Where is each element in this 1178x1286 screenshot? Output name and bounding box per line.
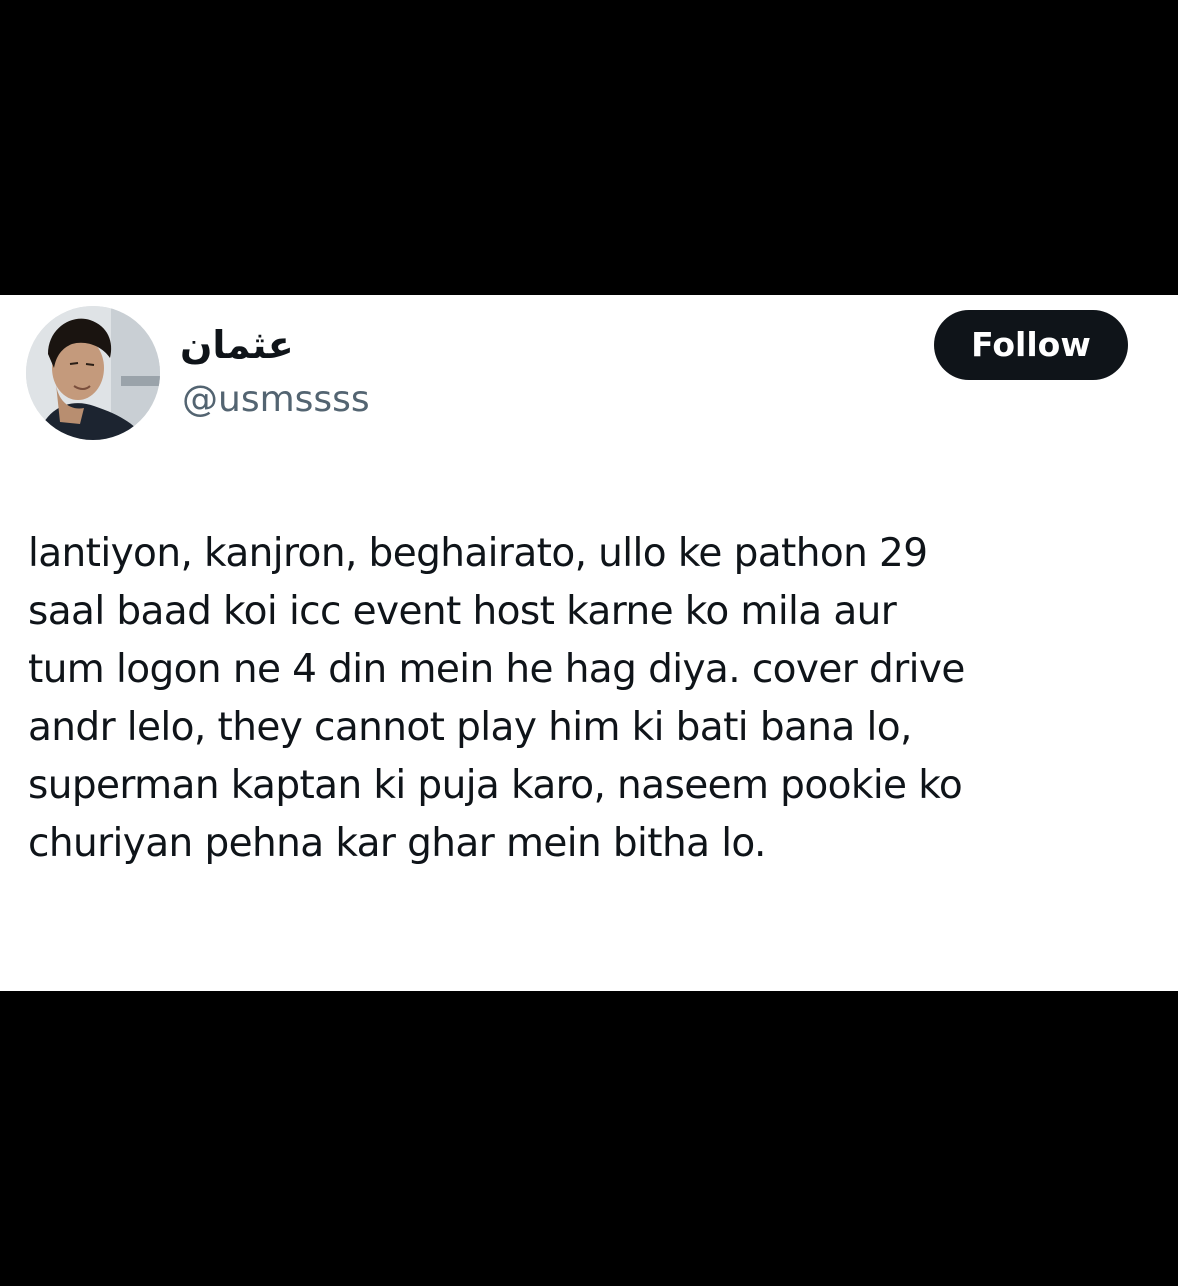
tweet-card: عثمان @usmssss Follow lantiyon, kanjron,… bbox=[0, 295, 1178, 991]
letterbox-bottom bbox=[0, 991, 1178, 1286]
tweet-text-line: superman kaptan ki puja karo, naseem poo… bbox=[28, 763, 963, 808]
profile-photo-icon bbox=[26, 306, 160, 440]
display-name[interactable]: عثمان bbox=[180, 317, 294, 373]
tweet-text-line: lantiyon, kanjron, beghairato, ullo ke p… bbox=[28, 531, 928, 576]
follow-button[interactable]: Follow bbox=[934, 310, 1128, 380]
tweet-text-line: churiyan pehna kar ghar mein bitha lo. bbox=[28, 821, 766, 866]
letterbox-top bbox=[0, 0, 1178, 295]
tweet-text-line: tum logon ne 4 din mein he hag diya. cov… bbox=[28, 647, 965, 692]
tweet-text-line: saal baad koi icc event host karne ko mi… bbox=[28, 589, 897, 634]
tweet-text-line: andr lelo, they cannot play him ki bati … bbox=[28, 705, 912, 750]
tweet-text: lantiyon, kanjron, beghairato, ullo ke p… bbox=[28, 525, 1158, 873]
username-handle[interactable]: @usmssss bbox=[182, 377, 370, 423]
avatar[interactable] bbox=[26, 306, 160, 440]
